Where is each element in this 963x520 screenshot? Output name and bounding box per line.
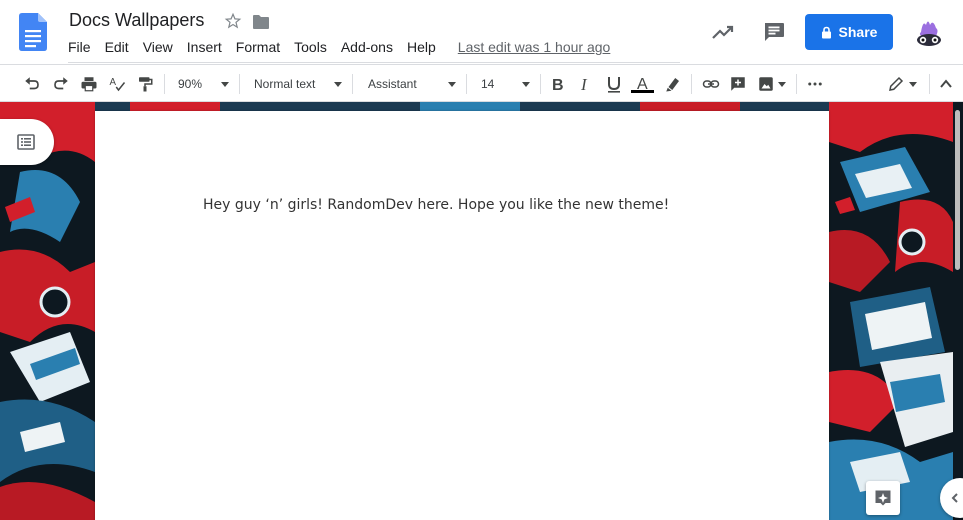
scrollbar-thumb[interactable] bbox=[955, 110, 960, 270]
collapse-menus-button[interactable] bbox=[938, 74, 954, 94]
link-button[interactable] bbox=[701, 74, 721, 94]
undo-button[interactable] bbox=[23, 74, 41, 94]
menu-edit[interactable]: Edit bbox=[105, 39, 129, 55]
bold-button[interactable]: B bbox=[550, 74, 566, 94]
outline-icon bbox=[17, 134, 35, 150]
menu-view[interactable]: View bbox=[143, 39, 173, 55]
editing-mode-button[interactable] bbox=[887, 74, 917, 94]
add-comment-button[interactable] bbox=[729, 74, 747, 94]
redo-icon bbox=[54, 77, 68, 90]
docs-logo-icon[interactable] bbox=[19, 13, 47, 51]
menu-insert[interactable]: Insert bbox=[187, 39, 222, 55]
highlight-button[interactable] bbox=[664, 74, 682, 94]
chevron-down-icon bbox=[221, 81, 229, 87]
folder-icon[interactable] bbox=[252, 14, 270, 30]
toolbar-separator bbox=[796, 74, 797, 94]
avatar[interactable] bbox=[912, 16, 946, 50]
link-icon bbox=[702, 80, 720, 88]
formatting-toolbar: A 90% Normal text Assistant 14 B I A bbox=[0, 64, 963, 102]
paragraph-style-dropdown[interactable] bbox=[334, 74, 342, 94]
text-color-swatch bbox=[631, 90, 654, 93]
explore-button[interactable] bbox=[866, 481, 900, 515]
chevron-down-icon bbox=[448, 81, 456, 87]
share-label: Share bbox=[838, 24, 878, 40]
svg-text:B: B bbox=[552, 77, 564, 93]
toolbar-separator bbox=[691, 74, 692, 94]
menu-tools[interactable]: Tools bbox=[294, 39, 327, 55]
bold-icon: B bbox=[552, 77, 564, 93]
menu-format[interactable]: Format bbox=[236, 39, 280, 55]
italic-button[interactable]: I bbox=[578, 74, 594, 94]
menu-bar: File Edit View Insert Format Tools Add-o… bbox=[68, 39, 610, 55]
toolbar-separator bbox=[164, 74, 165, 94]
font-value: Assistant bbox=[368, 77, 417, 91]
font-size-select[interactable]: 14 bbox=[481, 74, 494, 94]
header-divider bbox=[68, 62, 680, 63]
share-button[interactable]: Share bbox=[805, 14, 893, 50]
editing-mode-icon bbox=[889, 76, 904, 91]
font-dropdown[interactable] bbox=[448, 74, 456, 94]
add-comment-icon bbox=[731, 77, 745, 91]
toolbar-separator bbox=[239, 74, 240, 94]
document-body-text[interactable]: Hey guy ‘n’ girls! RandomDev here. Hope … bbox=[203, 197, 669, 213]
lock-icon bbox=[821, 26, 831, 38]
font-size-value: 14 bbox=[481, 77, 495, 91]
star-icon[interactable] bbox=[224, 12, 242, 30]
chevron-left-icon bbox=[951, 493, 958, 503]
toolbar-separator bbox=[540, 74, 541, 94]
docs-header: Docs Wallpapers File Edit View Insert Fo… bbox=[0, 0, 963, 64]
zoom-select[interactable]: 90% bbox=[178, 74, 202, 94]
document-title[interactable]: Docs Wallpapers bbox=[69, 10, 204, 31]
undo-icon bbox=[25, 77, 39, 90]
font-size-dropdown[interactable] bbox=[522, 74, 530, 94]
chevron-down-icon bbox=[909, 81, 917, 87]
print-button[interactable] bbox=[80, 74, 98, 94]
svg-text:A: A bbox=[110, 77, 117, 88]
menu-add-ons[interactable]: Add-ons bbox=[341, 39, 393, 55]
spellcheck-button[interactable]: A bbox=[108, 74, 126, 94]
document-outline-button[interactable] bbox=[0, 119, 54, 165]
menu-file[interactable]: File bbox=[68, 39, 91, 55]
paint-format-icon bbox=[139, 77, 153, 92]
svg-text:I: I bbox=[580, 75, 588, 93]
highlight-icon bbox=[666, 78, 679, 92]
more-icon bbox=[808, 82, 822, 86]
toolbar-separator bbox=[929, 74, 930, 94]
last-edit-link[interactable]: Last edit was 1 hour ago bbox=[458, 39, 611, 55]
paragraph-style-value: Normal text bbox=[254, 77, 316, 91]
toolbar-separator bbox=[466, 74, 467, 94]
chevron-down-icon bbox=[522, 81, 530, 87]
zoom-dropdown[interactable] bbox=[221, 74, 229, 94]
chevron-down-icon bbox=[778, 81, 786, 87]
underline-button[interactable] bbox=[606, 74, 622, 94]
comment-icon[interactable] bbox=[762, 21, 786, 43]
zoom-value: 90% bbox=[178, 77, 203, 91]
document-page[interactable]: Hey guy ‘n’ girls! RandomDev here. Hope … bbox=[95, 111, 829, 520]
activity-trend-icon[interactable] bbox=[711, 22, 735, 42]
font-select[interactable]: Assistant bbox=[368, 74, 417, 94]
paragraph-style-select[interactable]: Normal text bbox=[254, 74, 315, 94]
insert-image-button[interactable] bbox=[757, 74, 786, 94]
menu-help[interactable]: Help bbox=[407, 39, 436, 55]
vertical-scrollbar[interactable] bbox=[953, 104, 961, 520]
underline-icon bbox=[608, 77, 620, 93]
redo-button[interactable] bbox=[52, 74, 70, 94]
spellcheck-icon: A bbox=[110, 77, 126, 92]
more-button[interactable] bbox=[806, 74, 824, 94]
italic-icon: I bbox=[580, 75, 588, 93]
paint-format-button[interactable] bbox=[136, 74, 154, 94]
chevron-down-icon bbox=[334, 81, 342, 87]
toolbar-separator bbox=[352, 74, 353, 94]
image-icon bbox=[759, 77, 773, 91]
explore-icon bbox=[875, 490, 891, 506]
collapse-icon bbox=[940, 79, 952, 88]
print-icon bbox=[81, 77, 97, 92]
